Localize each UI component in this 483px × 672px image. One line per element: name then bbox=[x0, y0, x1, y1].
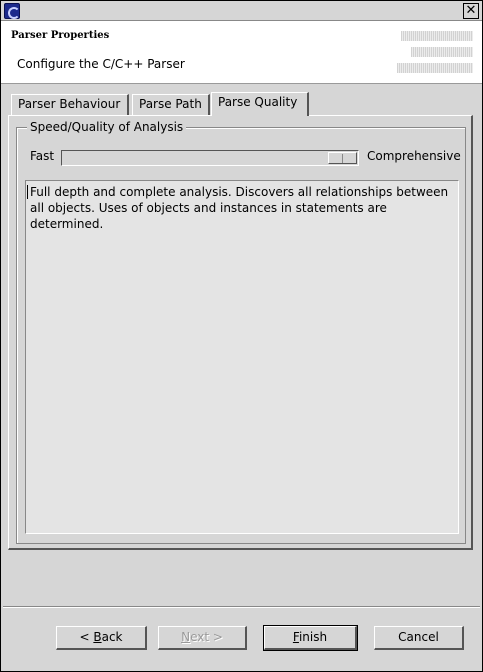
slider-max-label: Comprehensive bbox=[367, 149, 461, 163]
slider-min-label: Fast bbox=[30, 149, 55, 163]
title-bar[interactable]: ✕ bbox=[1, 1, 482, 21]
slider-thumb[interactable] bbox=[328, 152, 357, 164]
dialog-window: ✕ Parser Properties Configure the C/C++ … bbox=[0, 0, 483, 672]
text-cursor bbox=[27, 185, 28, 199]
tab-parser-behaviour[interactable]: Parser Behaviour bbox=[11, 94, 129, 115]
cancel-button[interactable]: Cancel bbox=[374, 626, 464, 650]
quality-slider[interactable] bbox=[61, 150, 359, 166]
wizard-header-banner: Parser Properties Configure the C/C++ Pa… bbox=[1, 21, 482, 84]
analysis-description-text: Full depth and complete analysis. Discov… bbox=[25, 180, 459, 534]
tab-parse-path[interactable]: Parse Path bbox=[132, 94, 210, 115]
button-bar-separator bbox=[3, 606, 480, 608]
group-label: Speed/Quality of Analysis bbox=[27, 120, 187, 134]
eclipse-app-icon bbox=[4, 3, 20, 19]
description-text: Full depth and complete analysis. Discov… bbox=[30, 185, 449, 231]
page-description: Configure the C/C++ Parser bbox=[17, 57, 185, 71]
finish-button[interactable]: Finish bbox=[263, 625, 358, 651]
banner-stripes-graphic bbox=[397, 29, 477, 75]
close-button[interactable]: ✕ bbox=[463, 3, 479, 19]
page-title: Parser Properties bbox=[11, 30, 110, 41]
tab-parse-quality[interactable]: Parse Quality bbox=[211, 92, 309, 116]
next-button[interactable]: Next > bbox=[158, 626, 247, 650]
back-button[interactable]: < Back bbox=[56, 626, 147, 650]
